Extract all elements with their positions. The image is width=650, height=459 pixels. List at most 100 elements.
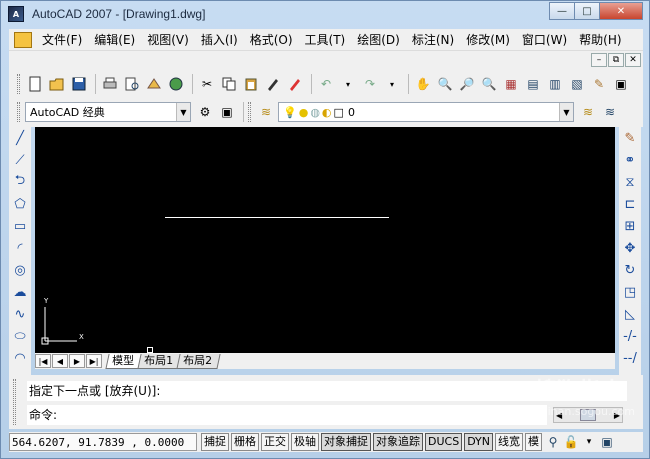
extend-icon[interactable]: --/	[619, 347, 641, 369]
array-icon[interactable]: ⊞	[619, 215, 641, 237]
stretch-icon[interactable]: ◺	[619, 303, 641, 325]
line-icon[interactable]: ╱	[9, 127, 31, 149]
polygon-icon[interactable]: ⬠	[9, 193, 31, 215]
command-scrollbar[interactable]: ◀ ▶	[553, 407, 623, 423]
mirror-icon[interactable]: ⧖	[619, 171, 641, 193]
command-input[interactable]: 命令:	[27, 405, 547, 425]
new-icon[interactable]	[25, 74, 45, 94]
3d-dwf-icon[interactable]	[166, 74, 186, 94]
tool-palettes-icon[interactable]: ▥	[545, 74, 565, 94]
lock-icon[interactable]: 🔓	[562, 433, 580, 451]
calculator-icon[interactable]: ▣	[611, 74, 631, 94]
layer-combo[interactable]: 💡 ● ◍ ◐ □ 0 ▼	[278, 102, 574, 122]
doc-restore-button[interactable]: ⧉	[608, 53, 624, 67]
menu-help[interactable]: 帮助(H)	[573, 31, 627, 48]
properties-icon[interactable]: ▦	[501, 74, 521, 94]
pan-icon[interactable]: ✋	[413, 74, 433, 94]
first-tab-icon[interactable]: |◀	[35, 354, 51, 368]
toolbar-grip[interactable]	[17, 74, 20, 94]
last-tab-icon[interactable]: ▶|	[86, 354, 102, 368]
autocad-app-icon[interactable]: A	[8, 6, 24, 22]
copy-icon[interactable]	[219, 74, 239, 94]
coordinate-readout[interactable]: 564.6207, 91.7839 , 0.0000	[9, 433, 197, 451]
trim-icon[interactable]: -/-	[619, 325, 641, 347]
doc-minimize-button[interactable]: –	[591, 53, 607, 67]
spline-icon[interactable]: ∿	[9, 303, 31, 325]
otrack-toggle[interactable]: 对象追踪	[373, 433, 423, 451]
drawing-canvas[interactable]: Y X	[35, 127, 615, 353]
communication-center-icon[interactable]: ⚲	[544, 433, 562, 451]
cut-icon[interactable]: ✂	[197, 74, 217, 94]
model-toggle[interactable]: 模	[525, 433, 543, 451]
zoom-previous-icon[interactable]: 🔍	[479, 74, 499, 94]
erase-icon[interactable]: ✎	[619, 127, 641, 149]
markup-icon[interactable]: ✎	[589, 74, 609, 94]
offset-icon[interactable]: ⊏	[619, 193, 641, 215]
menu-tools[interactable]: 工具(T)	[299, 31, 352, 48]
ellipse-icon[interactable]: ⬭	[9, 325, 31, 347]
close-button[interactable]: ✕	[599, 2, 643, 20]
doc-close-button[interactable]: ✕	[625, 53, 641, 67]
redo-icon[interactable]: ↷	[360, 74, 380, 94]
zoom-window-icon[interactable]: 🔎	[457, 74, 477, 94]
paste-icon[interactable]	[241, 74, 261, 94]
publish-icon[interactable]	[144, 74, 164, 94]
menu-window[interactable]: 窗口(W)	[516, 31, 573, 48]
chevron-down-icon[interactable]: ▼	[559, 103, 573, 121]
layer-manager-icon[interactable]: ≋	[256, 102, 276, 122]
layer-previous-icon[interactable]: ≋	[600, 102, 620, 122]
scroll-right-icon[interactable]: ▶	[614, 411, 620, 420]
title-bar[interactable]: A AutoCAD 2007 - [Drawing1.dwg] — □ ✕	[1, 1, 649, 27]
print-preview-icon[interactable]	[122, 74, 142, 94]
tab-layout1[interactable]: 布局1	[137, 353, 182, 369]
chevron-down-icon[interactable]: ▼	[176, 103, 190, 121]
toolbar-grip[interactable]	[248, 102, 251, 122]
grid-toggle[interactable]: 栅格	[231, 433, 259, 451]
menu-insert[interactable]: 插入(I)	[195, 31, 244, 48]
revision-cloud-icon[interactable]: ☁	[9, 281, 31, 303]
tab-layout2[interactable]: 布局2	[176, 353, 221, 369]
scroll-left-icon[interactable]: ◀	[556, 411, 562, 420]
print-icon[interactable]	[100, 74, 120, 94]
toolbar-grip[interactable]	[17, 102, 20, 122]
menu-modify[interactable]: 修改(M)	[460, 31, 516, 48]
undo-dropdown-icon[interactable]: ▾	[338, 74, 358, 94]
open-icon[interactable]	[47, 74, 67, 94]
status-menu-arrow-icon[interactable]: ▾	[580, 433, 598, 451]
block-editor-icon[interactable]	[285, 74, 305, 94]
make-current-layer-icon[interactable]: ≋	[578, 102, 598, 122]
clean-screen-icon[interactable]: ▣	[598, 433, 616, 451]
save-icon[interactable]	[69, 74, 89, 94]
minimize-button[interactable]: —	[549, 2, 575, 20]
my-workspace-icon[interactable]: ▣	[217, 102, 237, 122]
construction-line-icon[interactable]: ⟋	[9, 149, 31, 171]
ellipse-arc-icon[interactable]: ◠	[9, 347, 31, 369]
match-properties-icon[interactable]	[263, 74, 283, 94]
ortho-toggle[interactable]: 正交	[261, 433, 289, 451]
maximize-button[interactable]: □	[574, 2, 600, 20]
menu-draw[interactable]: 绘图(D)	[351, 31, 406, 48]
prev-tab-icon[interactable]: ◀	[52, 354, 68, 368]
polar-toggle[interactable]: 极轴	[291, 433, 319, 451]
command-window-grip[interactable]	[13, 379, 16, 425]
scroll-thumb[interactable]	[580, 409, 596, 421]
document-icon[interactable]	[14, 31, 32, 48]
scale-icon[interactable]: ◳	[619, 281, 641, 303]
ducs-toggle[interactable]: DUCS	[425, 433, 463, 451]
menu-edit[interactable]: 编辑(E)	[88, 31, 141, 48]
drawn-line[interactable]	[165, 217, 389, 218]
copy-object-icon[interactable]: ⚭	[619, 149, 641, 171]
osnap-toggle[interactable]: 对象捕捉	[321, 433, 371, 451]
move-icon[interactable]: ✥	[619, 237, 641, 259]
lineweight-toggle[interactable]: 线宽	[495, 433, 524, 451]
workspace-settings-icon[interactable]: ⚙	[195, 102, 215, 122]
menu-view[interactable]: 视图(V)	[141, 31, 195, 48]
menu-format[interactable]: 格式(O)	[244, 31, 299, 48]
polyline-icon[interactable]: ⮌	[9, 171, 31, 193]
menu-dimension[interactable]: 标注(N)	[406, 31, 460, 48]
arc-icon[interactable]: ◜	[9, 237, 31, 259]
dyn-toggle[interactable]: DYN	[464, 433, 494, 451]
circle-icon[interactable]: ◎	[9, 259, 31, 281]
next-tab-icon[interactable]: ▶	[69, 354, 85, 368]
undo-icon[interactable]: ↶	[316, 74, 336, 94]
